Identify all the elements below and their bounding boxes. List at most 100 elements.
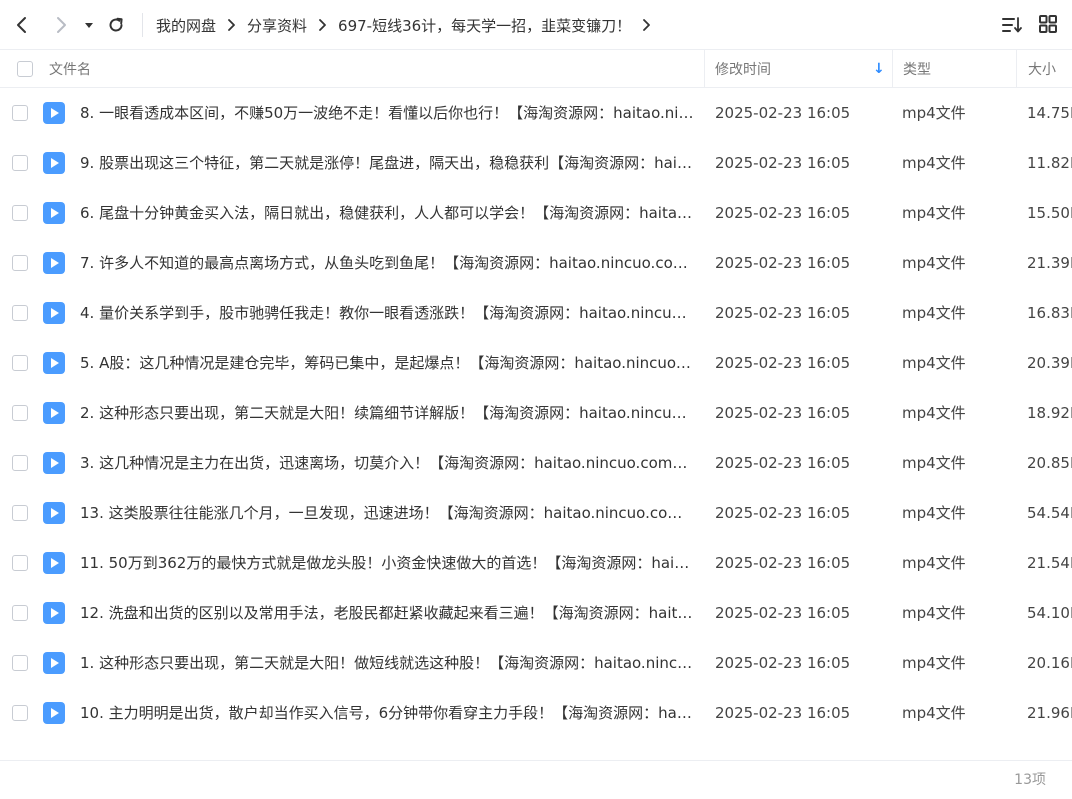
refresh-button[interactable] xyxy=(101,10,131,40)
select-all-checkbox[interactable] xyxy=(17,61,33,77)
file-mtime: 2025-02-23 16:05 xyxy=(715,554,851,572)
file-type: mp4文件 xyxy=(902,204,966,222)
file-type: mp4文件 xyxy=(902,454,966,472)
file-row[interactable]: 2. 这种形态只要出现，第二天就是大阳！续篇细节详解版！【海淘资源网：haita… xyxy=(0,388,1072,438)
row-checkbox[interactable] xyxy=(12,105,28,121)
file-size: 21.39M xyxy=(1027,254,1072,272)
file-name[interactable]: 5. A股：这几种情况是建仓完毕，筹码已集中，是起爆点！【海淘资源网：haita… xyxy=(80,338,694,388)
breadcrumb-item-shared[interactable]: 分享资料 xyxy=(247,15,307,36)
file-mtime: 2025-02-23 16:05 xyxy=(715,154,851,172)
row-checkbox[interactable] xyxy=(12,155,28,171)
chevron-right-icon xyxy=(318,19,328,31)
row-checkbox[interactable] xyxy=(12,655,28,671)
file-type: mp4文件 xyxy=(902,504,966,522)
file-row[interactable]: 4. 量价关系学到手，股市驰骋任我走！教你一眼看透涨跌！【海淘资源网：haita… xyxy=(0,288,1072,338)
file-row[interactable]: 1. 这种形态只要出现，第二天就是大阳！做短线就选这种股！【海淘资源网：hait… xyxy=(0,638,1072,688)
video-file-icon xyxy=(43,102,65,124)
file-name[interactable]: 11. 50万到362万的最快方式就是做龙头股！小资金快速做大的首选！【海淘资源… xyxy=(80,538,694,588)
file-name[interactable]: 7. 许多人不知道的最高点离场方式，从鱼头吃到鱼尾！【海淘资源网：haitao.… xyxy=(80,238,694,288)
arrow-right-icon xyxy=(57,17,66,33)
file-size: 54.54M xyxy=(1027,504,1072,522)
column-header-name[interactable]: 文件名 xyxy=(49,50,91,87)
row-checkbox[interactable] xyxy=(12,405,28,421)
status-bar: 13项 xyxy=(0,760,1072,794)
file-mtime: 2025-02-23 16:05 xyxy=(715,354,851,372)
file-name[interactable]: 6. 尾盘十分钟黄金买入法，隔日就出，稳健获利，人人都可以学会！【海淘资源网：h… xyxy=(80,188,694,238)
file-row[interactable]: 10. 主力明明是出货，散户却当作买入信号，6分钟带你看穿主力手段！【海淘资源网… xyxy=(0,688,1072,738)
chevron-right-icon[interactable] xyxy=(642,19,652,31)
file-type: mp4文件 xyxy=(902,554,966,572)
video-file-icon xyxy=(43,652,65,674)
breadcrumb: 我的网盘 分享资料 697-短线36计，每天学一招，韭菜变镰刀！ xyxy=(156,0,662,50)
row-checkbox[interactable] xyxy=(12,705,28,721)
file-name[interactable]: 8. 一眼看透成本区间，不赚50万一波绝不走！看懂以后你也行！【海淘资源网：ha… xyxy=(80,88,694,138)
back-button[interactable] xyxy=(7,10,37,40)
file-row[interactable]: 8. 一眼看透成本区间，不赚50万一波绝不走！看懂以后你也行！【海淘资源网：ha… xyxy=(0,88,1072,138)
column-header-mtime[interactable]: 修改时间 xyxy=(715,50,771,87)
row-checkbox[interactable] xyxy=(12,555,28,571)
file-name[interactable]: 13. 这类股票往往能涨几个月，一旦发现，迅速进场！【海淘资源网：haitao.… xyxy=(80,488,694,538)
file-size: 20.85M xyxy=(1027,454,1072,472)
breadcrumb-item-my-drive[interactable]: 我的网盘 xyxy=(156,15,216,36)
file-row[interactable]: 13. 这类股票往往能涨几个月，一旦发现，迅速进场！【海淘资源网：haitao.… xyxy=(0,488,1072,538)
sort-list-icon xyxy=(1002,17,1022,33)
sort-button[interactable] xyxy=(1001,14,1023,36)
file-size: 16.83M xyxy=(1027,304,1072,322)
forward-button[interactable] xyxy=(46,10,76,40)
file-mtime: 2025-02-23 16:05 xyxy=(715,604,851,622)
row-checkbox[interactable] xyxy=(12,605,28,621)
video-file-icon xyxy=(43,152,65,174)
file-type: mp4文件 xyxy=(902,354,966,372)
column-header-size[interactable]: 大小 xyxy=(1028,50,1056,87)
row-checkbox[interactable] xyxy=(12,305,28,321)
file-name[interactable]: 4. 量价关系学到手，股市驰骋任我走！教你一眼看透涨跌！【海淘资源网：haita… xyxy=(80,288,694,338)
video-file-icon xyxy=(43,552,65,574)
video-file-icon xyxy=(43,352,65,374)
toolbar: 我的网盘 分享资料 697-短线36计，每天学一招，韭菜变镰刀！ xyxy=(0,0,1072,50)
breadcrumb-item-current-folder[interactable]: 697-短线36计，每天学一招，韭菜变镰刀！ xyxy=(338,15,631,36)
file-size: 21.54M xyxy=(1027,554,1072,572)
arrow-left-icon xyxy=(17,17,26,33)
column-divider xyxy=(704,50,705,87)
file-type: mp4文件 xyxy=(902,254,966,272)
file-size: 20.16M xyxy=(1027,654,1072,672)
file-type: mp4文件 xyxy=(902,404,966,422)
column-divider xyxy=(892,50,893,87)
row-checkbox[interactable] xyxy=(12,255,28,271)
video-file-icon xyxy=(43,252,65,274)
video-file-icon xyxy=(43,302,65,324)
column-header-type[interactable]: 类型 xyxy=(903,50,931,87)
file-row[interactable]: 6. 尾盘十分钟黄金买入法，隔日就出，稳健获利，人人都可以学会！【海淘资源网：h… xyxy=(0,188,1072,238)
file-row[interactable]: 3. 这几种情况是主力在出货，迅速离场，切莫介入！【海淘资源网：haitao.n… xyxy=(0,438,1072,488)
row-checkbox[interactable] xyxy=(12,505,28,521)
file-mtime: 2025-02-23 16:05 xyxy=(715,454,851,472)
file-name[interactable]: 12. 洗盘和出货的区别以及常用手法，老股民都赶紧收藏起来看三遍！【海淘资源网：… xyxy=(80,588,694,638)
file-row[interactable]: 9. 股票出现这三个特征，第二天就是涨停！尾盘进，隔天出，稳稳获利【海淘资源网：… xyxy=(0,138,1072,188)
row-checkbox[interactable] xyxy=(12,455,28,471)
file-name[interactable]: 1. 这种形态只要出现，第二天就是大阳！做短线就选这种股！【海淘资源网：hait… xyxy=(80,638,694,688)
file-name[interactable]: 3. 这几种情况是主力在出货，迅速离场，切莫介入！【海淘资源网：haitao.n… xyxy=(80,438,694,488)
file-row[interactable]: 12. 洗盘和出货的区别以及常用手法，老股民都赶紧收藏起来看三遍！【海淘资源网：… xyxy=(0,588,1072,638)
file-mtime: 2025-02-23 16:05 xyxy=(715,704,851,722)
grid-view-button[interactable] xyxy=(1038,14,1060,36)
file-size: 20.39M xyxy=(1027,354,1072,372)
file-mtime: 2025-02-23 16:05 xyxy=(715,504,851,522)
file-type: mp4文件 xyxy=(902,104,966,122)
file-name[interactable]: 2. 这种形态只要出现，第二天就是大阳！续篇细节详解版！【海淘资源网：haita… xyxy=(80,388,694,438)
history-dropdown-button[interactable] xyxy=(76,10,102,40)
file-type: mp4文件 xyxy=(902,604,966,622)
sort-desc-icon[interactable]: ↓ xyxy=(873,50,885,87)
file-mtime: 2025-02-23 16:05 xyxy=(715,654,851,672)
file-name[interactable]: 10. 主力明明是出货，散户却当作买入信号，6分钟带你看穿主力手段！【海淘资源网… xyxy=(80,688,694,738)
file-row[interactable]: 11. 50万到362万的最快方式就是做龙头股！小资金快速做大的首选！【海淘资源… xyxy=(0,538,1072,588)
file-row[interactable]: 7. 许多人不知道的最高点离场方式，从鱼头吃到鱼尾！【海淘资源网：haitao.… xyxy=(0,238,1072,288)
file-mtime: 2025-02-23 16:05 xyxy=(715,204,851,222)
video-file-icon xyxy=(43,502,65,524)
file-type: mp4文件 xyxy=(902,154,966,172)
file-mtime: 2025-02-23 16:05 xyxy=(715,404,851,422)
file-size: 21.96M xyxy=(1027,704,1072,722)
file-row[interactable]: 5. A股：这几种情况是建仓完毕，筹码已集中，是起爆点！【海淘资源网：haita… xyxy=(0,338,1072,388)
row-checkbox[interactable] xyxy=(12,355,28,371)
file-name[interactable]: 9. 股票出现这三个特征，第二天就是涨停！尾盘进，隔天出，稳稳获利【海淘资源网：… xyxy=(80,138,694,188)
row-checkbox[interactable] xyxy=(12,205,28,221)
